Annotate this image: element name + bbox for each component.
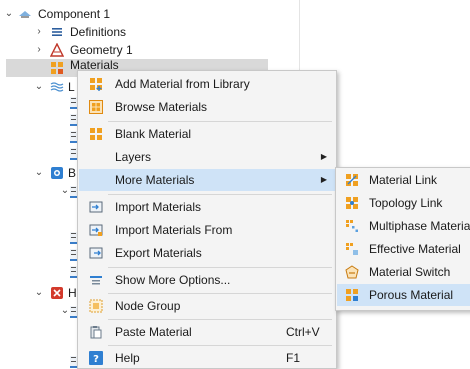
menu-label: Material Link	[369, 173, 438, 187]
submenu-item-effective-material[interactable]: Effective Material	[337, 238, 470, 260]
chevron-down-icon[interactable]: ⌄	[60, 184, 70, 198]
tree-node-component[interactable]: ⌄ Component 1	[0, 5, 290, 23]
submenu-item-material-link[interactable]: Material Link	[337, 169, 470, 191]
menu-item-show-more-options[interactable]: Show More Options...	[79, 269, 335, 291]
chevron-right-icon[interactable]: ›	[34, 23, 44, 41]
menu-label: Add Material from Library	[115, 77, 250, 91]
definitions-icon	[52, 28, 62, 36]
menu-label: Help	[115, 351, 140, 365]
component-icon	[19, 11, 31, 18]
menu-label: Layers	[115, 150, 152, 164]
tree-label-definitions: Definitions	[70, 25, 127, 39]
menu-label: Paste Material	[115, 325, 192, 339]
add-material-icon	[90, 78, 102, 91]
menu-item-browse-materials[interactable]: Browse Materials	[79, 96, 335, 118]
menu-item-import-materials-from[interactable]: Import Materials From	[79, 219, 335, 241]
menu-label: More Materials	[115, 173, 195, 187]
effective-material-icon	[346, 243, 358, 255]
browse-materials-icon	[89, 100, 103, 114]
materials-icon	[51, 62, 63, 74]
chevron-right-icon[interactable]: ›	[34, 41, 44, 59]
import-from-icon	[89, 224, 103, 236]
chevron-down-icon[interactable]: ⌄	[60, 304, 70, 318]
tree-node-geometry[interactable]: › Geometry 1	[0, 41, 290, 59]
menu-item-node-group[interactable]: Node Group	[79, 295, 335, 317]
submenu-item-topology-link[interactable]: Topology Link	[337, 192, 470, 214]
menu-separator	[108, 194, 332, 195]
blue-physics-icon	[51, 167, 63, 179]
submenu-arrow-icon: ▶	[320, 175, 327, 184]
menu-label: Node Group	[115, 299, 181, 313]
menu-label: Topology Link	[369, 196, 443, 210]
menu-label: Effective Material	[369, 242, 461, 256]
chevron-down-icon[interactable]: ⌄	[4, 5, 14, 23]
menu-label: Import Materials From	[115, 223, 233, 237]
tree-label-physics-h: H	[68, 286, 77, 300]
menu-separator	[108, 345, 332, 346]
chevron-down-icon[interactable]: ⌄	[34, 284, 44, 302]
chevron-down-icon[interactable]: ⌄	[34, 164, 44, 182]
blank-material-icon	[90, 128, 102, 140]
menu-label: Import Materials	[115, 200, 202, 214]
svg-text:?: ?	[93, 354, 99, 365]
menu-item-help[interactable]: ? Help F1	[79, 347, 335, 369]
chevron-down-icon[interactable]: ⌄	[34, 78, 44, 96]
export-icon	[89, 247, 103, 259]
menu-label: Browse Materials	[115, 100, 208, 114]
tree-node-physics-b[interactable]: ⌄ B	[0, 164, 80, 182]
menu-label: Show More Options...	[115, 273, 231, 287]
menu-item-more-materials[interactable]: More Materials ▶	[79, 169, 335, 191]
menu-label: Material Switch	[369, 265, 451, 279]
submenu-item-material-switch[interactable]: Material Switch	[337, 261, 470, 283]
tree-label-physics-b: B	[68, 166, 77, 180]
multiphase-material-icon	[346, 220, 358, 232]
material-link-icon	[346, 174, 358, 186]
menu-shortcut: Ctrl+V	[286, 325, 320, 339]
tree-label-physics-l: L	[68, 80, 75, 94]
menu-label: Porous Material	[369, 288, 454, 302]
help-icon: ?	[89, 351, 103, 365]
menu-item-import-materials[interactable]: Import Materials	[79, 196, 335, 218]
materials-context-menu: Add Material from Library Browse Materia…	[77, 70, 337, 369]
menu-shortcut: F1	[286, 351, 301, 365]
import-icon	[89, 201, 103, 213]
submenu-item-multiphase-material[interactable]: Multiphase Material	[337, 215, 470, 237]
menu-separator	[108, 319, 332, 320]
menu-item-blank-material[interactable]: Blank Material	[79, 123, 335, 145]
menu-separator	[108, 293, 332, 294]
menu-item-add-material-from-library[interactable]: Add Material from Library	[79, 73, 335, 95]
tree-label-component: Component 1	[38, 7, 111, 21]
menu-separator	[108, 267, 332, 268]
tree-node-physics-l[interactable]: ⌄ L	[0, 78, 80, 96]
submenu-arrow-icon: ▶	[320, 152, 327, 161]
tree-node-physics-h[interactable]: ⌄ H	[0, 284, 80, 302]
red-physics-icon	[51, 287, 63, 299]
menu-item-export-materials[interactable]: Export Materials	[79, 242, 335, 264]
menu-label: Blank Material	[115, 127, 192, 141]
submenu-item-porous-material[interactable]: Porous Material	[337, 284, 470, 306]
more-materials-submenu: Material Link Topology Link Multiphase M…	[335, 167, 470, 311]
paste-icon	[90, 326, 102, 339]
options-icon	[90, 276, 102, 285]
geometry-icon	[50, 43, 64, 57]
menu-item-layers[interactable]: Layers ▶	[79, 146, 335, 168]
menu-item-paste-material[interactable]: Paste Material Ctrl+V	[79, 321, 335, 343]
topology-link-icon	[346, 197, 358, 209]
node-group-icon	[89, 299, 103, 313]
waves-icon	[50, 82, 64, 92]
porous-material-icon	[346, 289, 358, 301]
menu-label: Export Materials	[115, 246, 202, 260]
tree-node-definitions[interactable]: › Definitions	[0, 23, 290, 41]
menu-label: Multiphase Material	[369, 219, 470, 233]
menu-separator	[108, 121, 332, 122]
material-switch-icon	[345, 265, 359, 279]
